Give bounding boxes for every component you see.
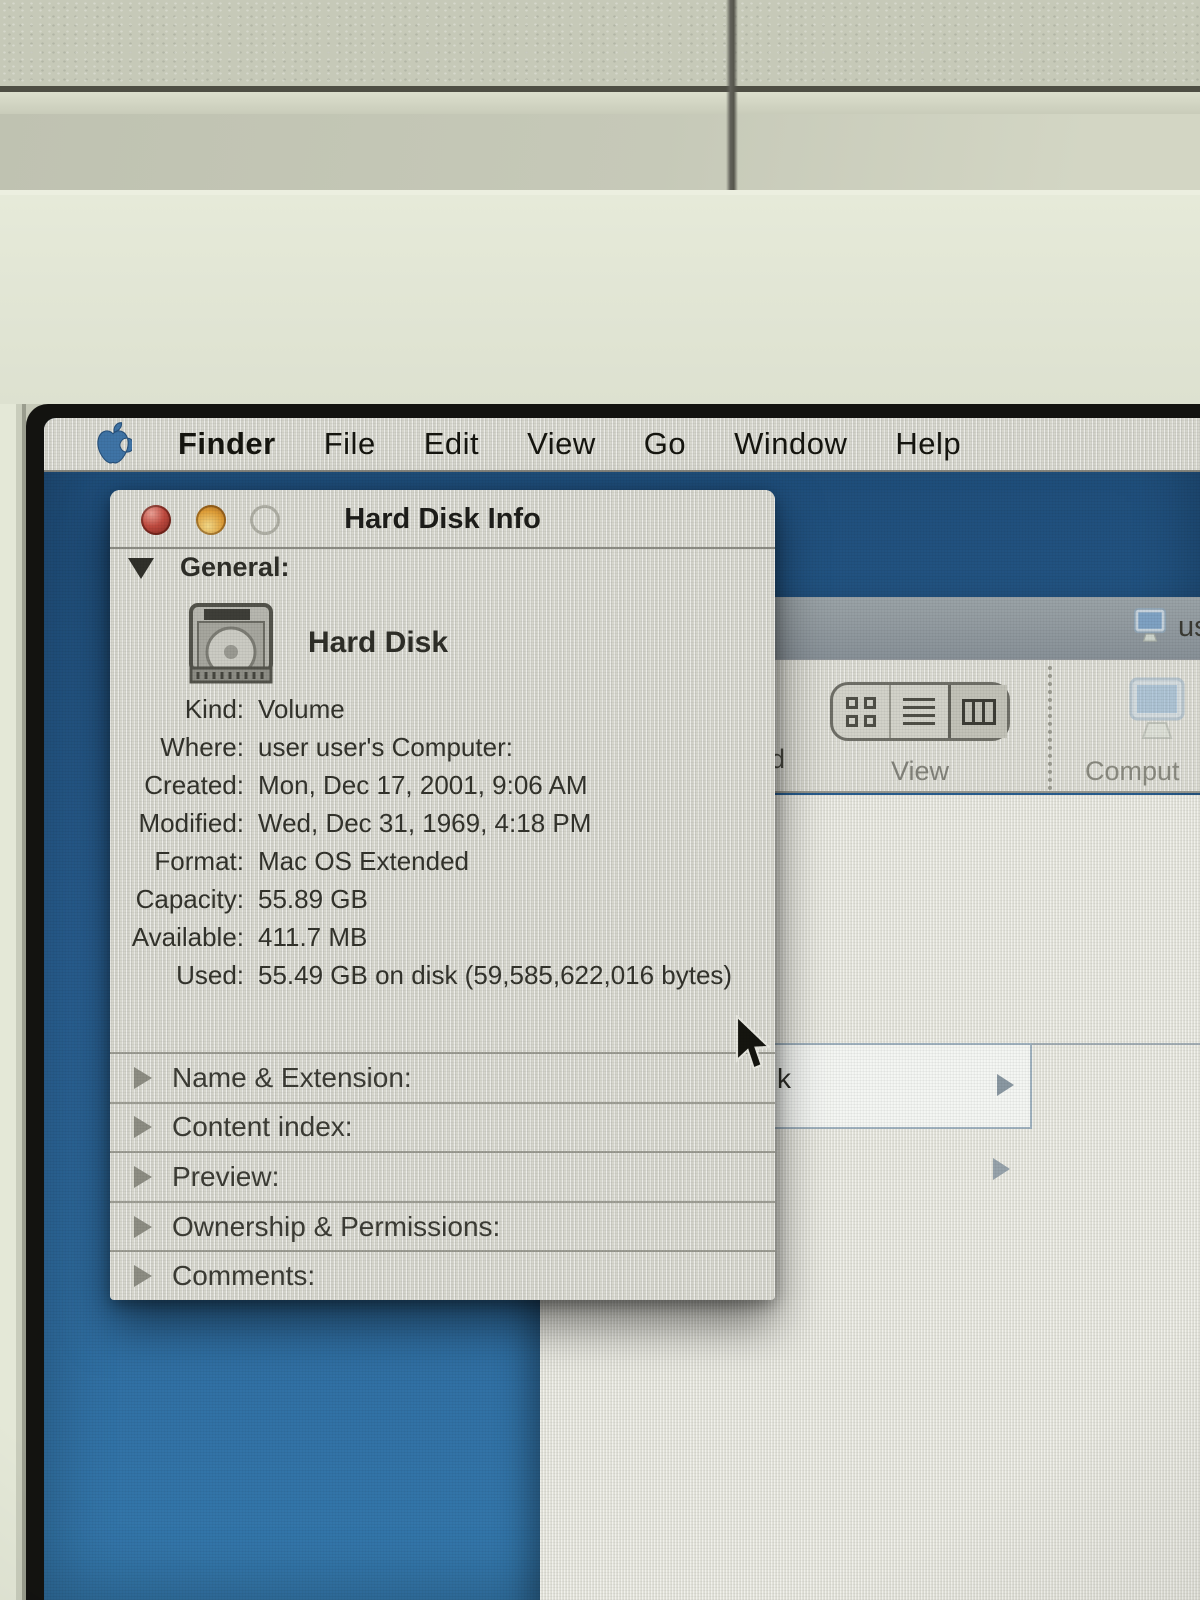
menu-item-help[interactable]: Help (895, 426, 961, 462)
monitor-screen-frame: Finder File Edit View Go Window Help us (26, 404, 1200, 1600)
wall-tile-row-bottom (0, 114, 1200, 190)
finder-window-title: us (1178, 611, 1200, 643)
field-used: Used: 55.49 GB on disk (59,585,622,016 b… (176, 960, 733, 990)
apple-menu-icon[interactable] (94, 422, 135, 466)
disclosure-open-icon[interactable] (128, 558, 154, 579)
section-ownership-permissions[interactable]: Ownership & Permissions: (110, 1200, 775, 1251)
menu-item-window[interactable]: Window (734, 426, 847, 462)
hard-disk-icon (186, 602, 276, 691)
computer-label: Comput (1085, 756, 1180, 786)
menu-item-view[interactable]: View (527, 426, 596, 462)
icon-view-icon (846, 696, 877, 727)
section-content-index[interactable]: Content index: (110, 1101, 775, 1152)
menu-item-file[interactable]: File (324, 426, 376, 462)
info-window: Hard Disk Info General: Hard Disk Kind: … (110, 490, 775, 1300)
monitor-bezel-left (0, 404, 26, 1600)
column-view-button[interactable] (947, 685, 1007, 738)
list-view-icon (903, 697, 936, 726)
info-window-titlebar[interactable]: Hard Disk Info (110, 490, 775, 549)
disclosure-closed-icon (134, 1265, 152, 1288)
view-label: View (890, 756, 950, 786)
disclosure-closed-icon (134, 1165, 152, 1188)
section-comments[interactable]: Comments: (110, 1250, 775, 1300)
section-name-extension[interactable]: Name & Extension: (110, 1052, 775, 1102)
info-window-title: Hard Disk Info (344, 503, 541, 535)
zoom-button-disabled (250, 505, 280, 535)
computer-icon (1133, 607, 1167, 649)
section-preview[interactable]: Preview: (110, 1151, 775, 1201)
column-nav-arrow-icon (997, 1074, 1014, 1096)
field-where: Where: user user's Computer: (160, 732, 513, 762)
close-button[interactable] (141, 505, 171, 535)
disclosure-closed-icon (134, 1116, 152, 1139)
field-modified: Modified: Wed, Dec 31, 1969, 4:18 PM (138, 808, 592, 838)
field-capacity: Capacity: 55.89 GB (135, 884, 368, 914)
info-fields: Kind: Volume Where: user user's Computer… (110, 690, 769, 994)
minimize-button[interactable] (196, 505, 226, 535)
tile-bevel-edge (0, 92, 1200, 114)
menu-bar: Finder File Edit View Go Window Help (44, 418, 1200, 472)
field-kind: Kind: Volume (184, 694, 345, 724)
menu-item-finder[interactable]: Finder (178, 426, 276, 462)
view-mode-control[interactable] (830, 682, 1010, 741)
field-created: Created: Mon, Dec 17, 2001, 9:06 AM (144, 770, 588, 800)
menu-item-go[interactable]: Go (644, 426, 686, 462)
list-view-button[interactable] (889, 685, 947, 738)
volume-name: Hard Disk (308, 626, 449, 659)
field-available: Available: 411.7 MB (131, 922, 368, 952)
collapsed-sections: Name & Extension: Content index: Preview… (110, 1052, 775, 1300)
disclosure-closed-icon (134, 1215, 152, 1238)
column-view-icon (961, 698, 996, 725)
selected-volume-label-fragment: k (777, 1063, 791, 1094)
computer-toolbar-icon[interactable] (1128, 676, 1186, 744)
tile-grout-vertical (726, 0, 738, 190)
cursor-icon (735, 1015, 771, 1070)
toolbar-separator (1048, 666, 1052, 790)
disclosure-closed-icon (134, 1066, 152, 1089)
column-nav-arrow-icon (993, 1158, 1010, 1180)
field-format: Format: Mac OS Extended (154, 846, 469, 876)
desktop: Finder File Edit View Go Window Help us (44, 418, 1200, 1600)
monitor-bezel-top (0, 195, 1200, 532)
icon-view-button[interactable] (833, 685, 889, 738)
menu-item-edit[interactable]: Edit (424, 426, 479, 462)
wall-tile-row-top (0, 0, 1200, 88)
general-section-label[interactable]: General: (180, 552, 290, 583)
